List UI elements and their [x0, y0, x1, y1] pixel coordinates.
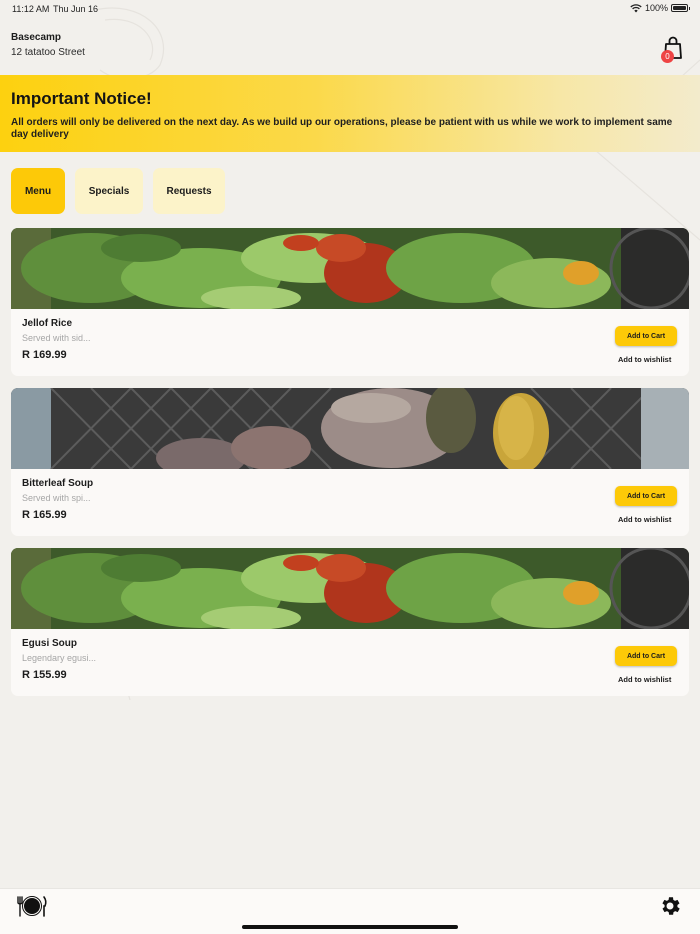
food-image	[11, 548, 689, 629]
add-to-cart-button[interactable]: Add to Cart	[615, 646, 677, 666]
food-image	[11, 388, 689, 469]
food-image	[11, 228, 689, 309]
menu-item-card[interactable]: Egusi Soup Legendary egusi... R 155.99 A…	[11, 548, 689, 696]
notice-title: Important Notice!	[11, 89, 152, 108]
location-street: 12 tatatoo Street	[11, 47, 85, 58]
item-price: R 165.99	[22, 509, 67, 521]
tab-menu[interactable]: Menu	[11, 168, 65, 214]
status-time: 11:12 AM	[12, 4, 50, 14]
battery-icon	[671, 4, 690, 12]
notice-body: All orders will only be delivered on the…	[11, 117, 673, 140]
item-price: R 155.99	[22, 669, 67, 681]
location-header[interactable]: Basecamp 12 tatatoo Street	[11, 32, 85, 58]
add-to-wishlist-link[interactable]: Add to wishlist	[618, 355, 671, 364]
item-description: Served with spi...	[22, 493, 91, 503]
wifi-icon	[630, 3, 642, 12]
important-notice-banner: Important Notice! All orders will only b…	[0, 75, 700, 152]
home-indicator[interactable]	[242, 925, 458, 929]
battery-percent: 100%	[644, 3, 668, 13]
item-title: Egusi Soup	[22, 638, 77, 649]
item-description: Served with sid...	[22, 333, 91, 343]
status-indicators: 100%	[630, 3, 690, 13]
gear-icon[interactable]	[658, 894, 682, 918]
tab-specials[interactable]: Specials	[75, 168, 143, 214]
item-title: Bitterleaf Soup	[22, 478, 94, 489]
status-date: Thu Jun 16	[53, 4, 99, 14]
menu-item-card[interactable]: Bitterleaf Soup Served with spi... R 165…	[11, 388, 689, 536]
item-description: Legendary egusi...	[22, 653, 97, 663]
add-to-cart-button[interactable]: Add to Cart	[615, 486, 677, 506]
item-price: R 169.99	[22, 349, 67, 361]
bottom-nav	[0, 888, 700, 934]
location-name: Basecamp	[11, 32, 62, 43]
menu-item-card[interactable]: Jellof Rice Served with sid... R 169.99 …	[11, 228, 689, 376]
add-to-cart-button[interactable]: Add to Cart	[615, 326, 677, 346]
plate-cutlery-icon[interactable]	[16, 895, 48, 917]
item-title: Jellof Rice	[22, 318, 73, 329]
add-to-wishlist-link[interactable]: Add to wishlist	[618, 515, 671, 524]
tab-requests[interactable]: Requests	[153, 168, 225, 214]
status-bar: 11:12 AM Thu Jun 16 100%	[0, 0, 700, 18]
add-to-wishlist-link[interactable]: Add to wishlist	[618, 675, 671, 684]
cart-count-badge: 0	[661, 50, 674, 63]
category-tabs: Menu Specials Requests	[11, 168, 225, 214]
